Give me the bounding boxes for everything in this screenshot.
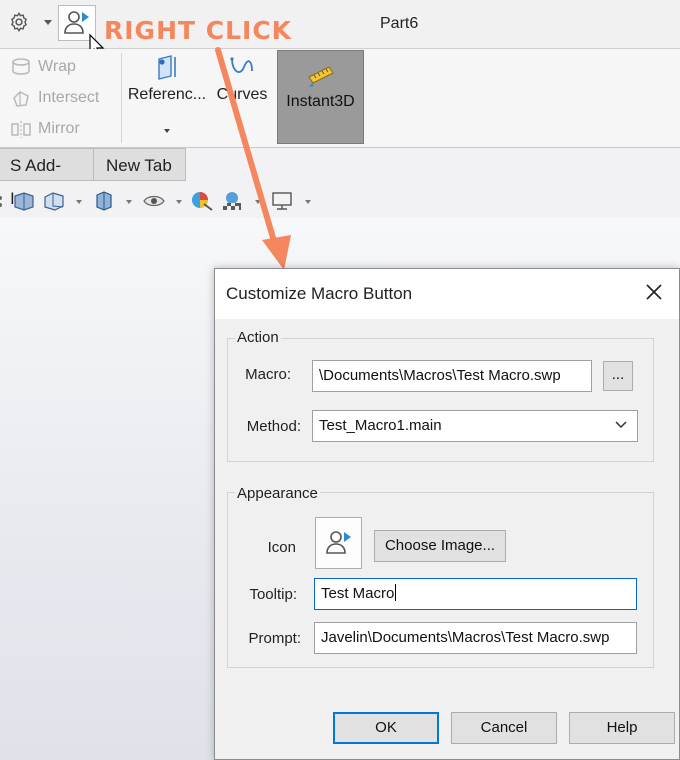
tooltip-value: Test Macro (321, 585, 395, 602)
icon-preview (315, 517, 362, 569)
action-group (227, 338, 654, 462)
instant3d-button[interactable]: Instant3D (277, 50, 364, 144)
apply-scene-icon[interactable] (220, 190, 244, 212)
intersect-label: Intersect (38, 89, 100, 106)
customize-macro-button-dialog: Customize Macro Button Action Macro: \Do… (214, 268, 680, 760)
instant3d-icon (308, 66, 334, 87)
tab-addins[interactable]: S Add-Ins (0, 148, 94, 208)
wrap-icon (12, 58, 30, 75)
document-title: Part6 (380, 15, 419, 32)
chevron-down-icon (615, 421, 627, 429)
reference-geometry-icon (158, 55, 176, 80)
wrap-feature[interactable]: Wrap (10, 55, 76, 79)
mirror-label: Mirror (38, 120, 80, 137)
ribbon-separator (121, 53, 122, 143)
reference-dropdown-arrow-icon[interactable] (164, 129, 170, 133)
cancel-button[interactable]: Cancel (451, 712, 557, 744)
curves-button[interactable]: Curves (212, 53, 272, 104)
mirror-feature[interactable]: Mirror (10, 117, 80, 141)
command-manager-tabs: S Add-Ins New Tab (0, 148, 680, 208)
gear-dropdown-arrow-icon[interactable] (44, 20, 52, 25)
title-bar: RIGHT CLICK Part6 (0, 0, 680, 57)
intersect-icon (13, 91, 29, 107)
intersect-feature[interactable]: Intersect (10, 86, 99, 110)
tooltip-label: Tooltip: (249, 586, 297, 603)
browse-button[interactable]: ... (603, 361, 633, 391)
prompt-field[interactable]: Javelin\Documents\Macros\Test Macro.swp (314, 622, 637, 654)
tab-new-tab[interactable]: New Tab (93, 148, 186, 181)
help-button[interactable]: Help (569, 712, 675, 744)
appearance-group-label: Appearance (235, 485, 320, 502)
instant3d-label: Instant3D (286, 93, 355, 110)
display-style-icon[interactable] (92, 190, 116, 212)
text-caret (395, 584, 397, 601)
section-view-icon[interactable] (12, 190, 36, 212)
view-orientation-icon[interactable] (42, 190, 66, 212)
view-settings-monitor-icon[interactable] (270, 190, 294, 212)
ok-button[interactable]: OK (333, 712, 439, 744)
reference-geometry-label: Referenc... (127, 86, 207, 103)
method-select[interactable]: Test_Macro1.main (312, 410, 638, 442)
dialog-title: Customize Macro Button (226, 284, 413, 303)
heads-up-view-toolbar (0, 186, 340, 218)
method-label: Method: (246, 418, 301, 435)
apply-scene-dropdown-icon[interactable] (255, 200, 261, 204)
curves-icon (230, 57, 253, 73)
mirror-icon (11, 121, 31, 138)
view-settings-dropdown-icon[interactable] (305, 200, 311, 204)
curves-dropdown-arrow-icon[interactable] (238, 129, 244, 133)
hide-show-dropdown-icon[interactable] (176, 200, 182, 204)
wrap-label: Wrap (38, 58, 76, 75)
macro-path-field[interactable]: \Documents\Macros\Test Macro.swp (312, 360, 592, 392)
edit-appearance-icon[interactable] (190, 190, 214, 212)
view-orientation-dropdown-icon[interactable] (76, 200, 82, 204)
prompt-label: Prompt: (248, 630, 301, 647)
macro-label: Macro: (245, 366, 291, 383)
right-click-annotation: RIGHT CLICK (104, 16, 293, 45)
curves-label: Curves (216, 86, 268, 103)
method-value: Test_Macro1.main (319, 417, 442, 434)
display-style-dropdown-icon[interactable] (126, 200, 132, 204)
action-group-label: Action (235, 329, 281, 346)
close-icon[interactable] (645, 283, 663, 301)
dialog-titlebar: Customize Macro Button (215, 269, 679, 319)
reference-geometry-button[interactable]: Referenc... (124, 53, 210, 104)
icon-label: Icon (267, 539, 296, 556)
command-manager-ribbon: Wrap Intersect Mirror Referenc... Curves (0, 49, 680, 148)
macro-person-icon (326, 531, 351, 554)
hide-show-eye-icon[interactable] (142, 190, 166, 212)
choose-image-button[interactable]: Choose Image... (374, 530, 506, 562)
tooltip-field[interactable]: Test Macro (314, 578, 637, 610)
gear-icon[interactable] (8, 11, 30, 33)
